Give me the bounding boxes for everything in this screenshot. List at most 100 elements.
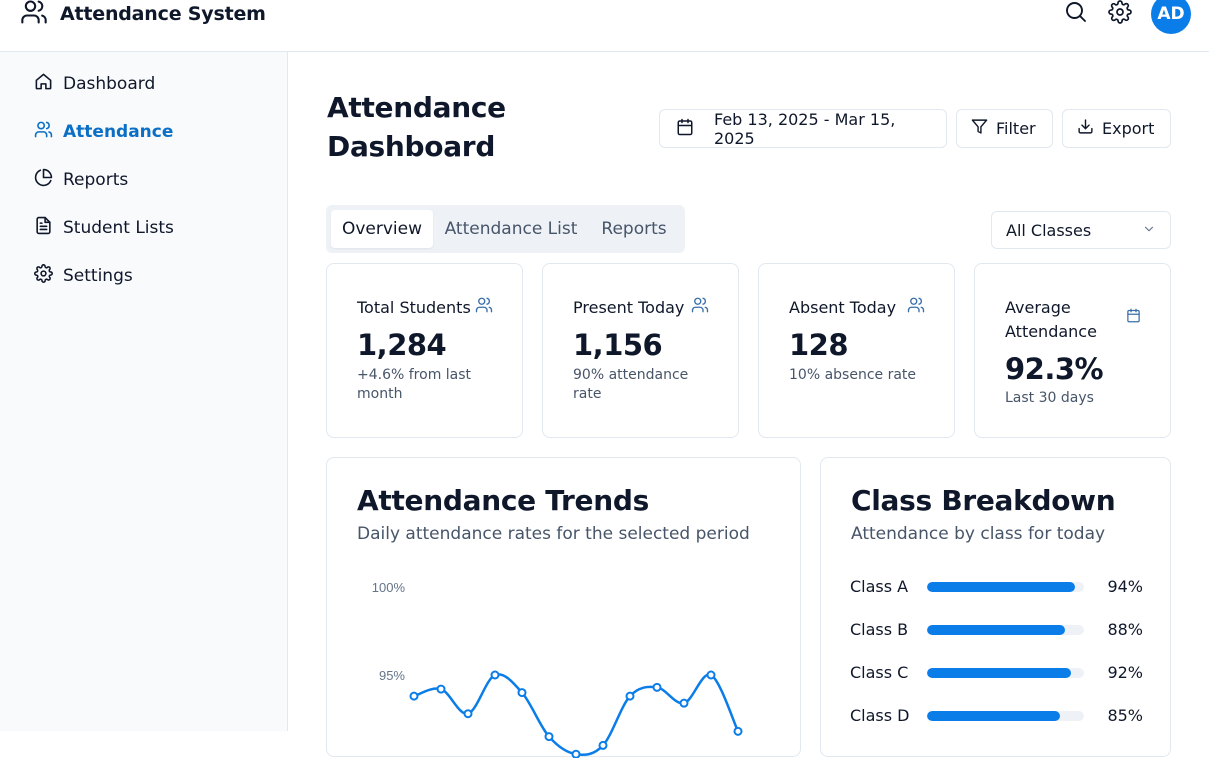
home-icon xyxy=(34,72,53,96)
search-button[interactable] xyxy=(1063,1,1089,27)
sidebar-item-label: Reports xyxy=(63,170,129,190)
stat-subtext: +4.6% from last month xyxy=(357,367,472,402)
users-icon xyxy=(475,296,493,318)
sidebar-item-settings[interactable]: Settings xyxy=(34,262,133,290)
sidebar-item-dashboard[interactable]: Dashboard xyxy=(34,70,155,98)
stat-subtext: 90% attendance rate xyxy=(573,367,689,402)
progress-fill xyxy=(927,668,1072,678)
date-range-label: Feb 13, 2025 - Mar 15, 2025 xyxy=(714,109,896,148)
tab-attendance-list[interactable]: Attendance List xyxy=(438,210,584,248)
class-select[interactable]: All Classes xyxy=(991,211,1171,249)
export-button[interactable]: Export xyxy=(1062,109,1171,148)
trend-point[interactable] xyxy=(463,709,473,719)
trend-point[interactable] xyxy=(544,732,554,742)
trend-point[interactable] xyxy=(733,726,743,736)
stat-value: 92.3% xyxy=(1005,352,1104,386)
class-label: Class A xyxy=(850,577,909,596)
sidebar-item-label: Student Lists xyxy=(63,218,174,238)
users-icon xyxy=(20,0,48,30)
trend-point[interactable] xyxy=(679,698,689,708)
sidebar-item-label: Settings xyxy=(63,266,133,286)
brand[interactable]: Attendance System xyxy=(20,0,266,28)
stat-label: Absent Today xyxy=(789,298,897,317)
sidebar-item-label: Dashboard xyxy=(63,74,156,94)
page-title: Attendance Dashboard xyxy=(327,88,506,166)
progress-fill xyxy=(927,625,1066,635)
date-range-button[interactable]: Feb 13, 2025 - Mar 15, 2025 xyxy=(659,109,947,148)
trend-line xyxy=(413,673,740,757)
class-row-b: Class B 88% xyxy=(850,618,1143,642)
stat-card-present-today: Present Today 1,156 90% attendance rate xyxy=(542,263,739,438)
trend-point[interactable] xyxy=(490,670,500,680)
y-tick-label: 100% xyxy=(372,580,406,595)
panel-subtitle: Attendance by class for today xyxy=(851,524,1106,544)
panel-title: Class Breakdown xyxy=(851,484,1116,517)
document-icon xyxy=(34,216,53,240)
main-content: Attendance Dashboard Feb 13, 2025 - Mar … xyxy=(288,52,1209,758)
gear-icon xyxy=(34,264,53,288)
page-title-line-1: Attendance xyxy=(327,91,506,124)
tab-reports[interactable]: Reports xyxy=(588,210,680,248)
sidebar-item-attendance[interactable]: Attendance xyxy=(34,118,173,146)
class-row-a: Class A 94% xyxy=(850,575,1143,599)
stat-subtext: 10% absence rate xyxy=(789,367,917,383)
stat-label: Present Today xyxy=(573,298,685,317)
page-title-line-2: Dashboard xyxy=(327,130,496,163)
users-icon xyxy=(34,120,53,144)
users-icon xyxy=(691,296,709,318)
class-select-value: All Classes xyxy=(1006,220,1092,240)
stat-value: 1,156 xyxy=(573,328,663,362)
class-label: Class D xyxy=(850,706,910,725)
trend-point[interactable] xyxy=(436,684,446,694)
class-percent: 88% xyxy=(1107,620,1143,639)
pie-chart-icon xyxy=(34,168,53,192)
trend-point[interactable] xyxy=(625,691,635,701)
attendance-trends-chart: 100% 95% xyxy=(372,580,743,758)
stat-card-total-students: Total Students 1,284 +4.6% from last mon… xyxy=(326,263,523,438)
sidebar-item-student-lists[interactable]: Student Lists xyxy=(34,214,174,242)
download-icon xyxy=(1077,118,1094,139)
app-title: Attendance System xyxy=(60,3,266,25)
users-icon xyxy=(907,296,925,318)
class-row-d: Class D 85% xyxy=(850,704,1143,728)
trend-point[interactable] xyxy=(706,670,716,680)
settings-button[interactable] xyxy=(1107,0,1133,28)
filter-button[interactable]: Filter xyxy=(956,109,1053,148)
trend-point[interactable] xyxy=(571,749,581,758)
tab-overview[interactable]: Overview xyxy=(331,210,433,248)
progress-fill xyxy=(927,711,1061,721)
progress-track xyxy=(927,668,1084,678)
stat-card-absent-today: Absent Today 128 10% absence rate xyxy=(758,263,955,438)
stat-subtext: Last 30 days xyxy=(1005,390,1094,406)
filter-label: Filter xyxy=(996,119,1036,138)
top-bar: Attendance System AD xyxy=(0,0,1209,52)
class-breakdown-panel: Class Breakdown Attendance by class for … xyxy=(820,457,1171,757)
progress-track xyxy=(927,625,1084,635)
trend-point[interactable] xyxy=(598,740,608,750)
progress-track xyxy=(927,582,1084,592)
trend-point[interactable] xyxy=(409,691,419,701)
class-percent: 85% xyxy=(1107,706,1143,725)
trend-point[interactable] xyxy=(652,682,662,692)
trend-point[interactable] xyxy=(517,688,527,698)
calendar-icon xyxy=(676,118,694,140)
attendance-trends-panel: Attendance Trends Daily attendance rates… xyxy=(326,457,801,758)
class-percent: 94% xyxy=(1107,577,1143,596)
tab-bar: Overview Attendance List Reports xyxy=(326,205,685,253)
class-label: Class C xyxy=(850,663,909,682)
stat-value: 128 xyxy=(789,328,849,362)
search-icon xyxy=(1064,0,1088,28)
sidebar: Dashboard Attendance Reports Student Lis… xyxy=(0,52,288,731)
avatar[interactable]: AD xyxy=(1151,0,1191,34)
class-row-c: Class C 92% xyxy=(850,661,1143,685)
class-label: Class B xyxy=(850,620,909,639)
stat-label: Average Attendance xyxy=(1005,298,1097,341)
progress-track xyxy=(927,711,1084,721)
progress-fill xyxy=(927,582,1075,592)
chevron-down-icon xyxy=(1142,221,1156,240)
filter-icon xyxy=(971,118,988,139)
gear-icon xyxy=(1108,0,1132,28)
stat-value: 1,284 xyxy=(357,328,447,362)
trend-series xyxy=(409,670,743,758)
sidebar-item-reports[interactable]: Reports xyxy=(34,166,128,194)
